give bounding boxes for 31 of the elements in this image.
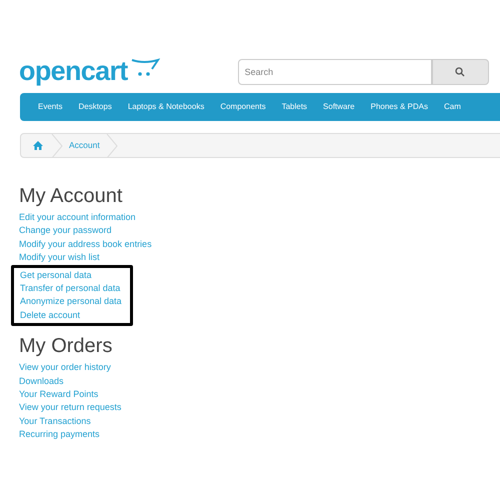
menu-link[interactable]: Change your password bbox=[19, 224, 112, 238]
logo[interactable]: opencart bbox=[19, 58, 128, 85]
menu-link[interactable]: Get personal data bbox=[20, 268, 92, 282]
nav-item[interactable]: Tablets bbox=[282, 101, 308, 113]
menu-link[interactable]: Recurring payments bbox=[19, 428, 100, 442]
nav-item[interactable]: Components bbox=[220, 101, 266, 113]
menu-link[interactable]: Modify your address book entries bbox=[19, 238, 152, 252]
nav-item[interactable]: Laptops & Notebooks bbox=[128, 101, 204, 113]
section-heading: My Orders bbox=[19, 334, 114, 358]
nav-item[interactable]: Events bbox=[38, 101, 62, 113]
search-button[interactable] bbox=[432, 58, 489, 84]
search-field[interactable]: Search bbox=[238, 58, 432, 84]
menu-link[interactable]: Your Reward Points bbox=[19, 388, 98, 402]
nav-item[interactable]: Software bbox=[323, 101, 355, 113]
menu-link[interactable]: Transfer of personal data bbox=[20, 282, 120, 296]
nav-item[interactable]: Phones & PDAs bbox=[370, 101, 428, 113]
nav-item[interactable]: Cam bbox=[444, 101, 461, 113]
menu-link[interactable]: Downloads bbox=[19, 374, 64, 388]
menu-link[interactable]: Anonymize personal data bbox=[20, 295, 122, 309]
home-icon[interactable] bbox=[33, 141, 43, 150]
cart-icon bbox=[130, 57, 160, 77]
nav-item[interactable]: Desktops bbox=[78, 101, 112, 113]
menu-link[interactable]: Modify your wish list bbox=[19, 251, 100, 265]
menu-link[interactable]: Your Transactions bbox=[19, 414, 91, 428]
menu-link[interactable]: View your return requests bbox=[19, 401, 122, 415]
menu-link[interactable]: View your order history bbox=[19, 361, 111, 375]
search-icon bbox=[455, 66, 466, 76]
menu-link[interactable]: Edit your account information bbox=[19, 211, 136, 224]
breadcrumb-link[interactable]: Account bbox=[69, 139, 100, 152]
menu-link[interactable]: Delete account bbox=[20, 308, 80, 322]
section-heading: My Account bbox=[19, 184, 124, 208]
